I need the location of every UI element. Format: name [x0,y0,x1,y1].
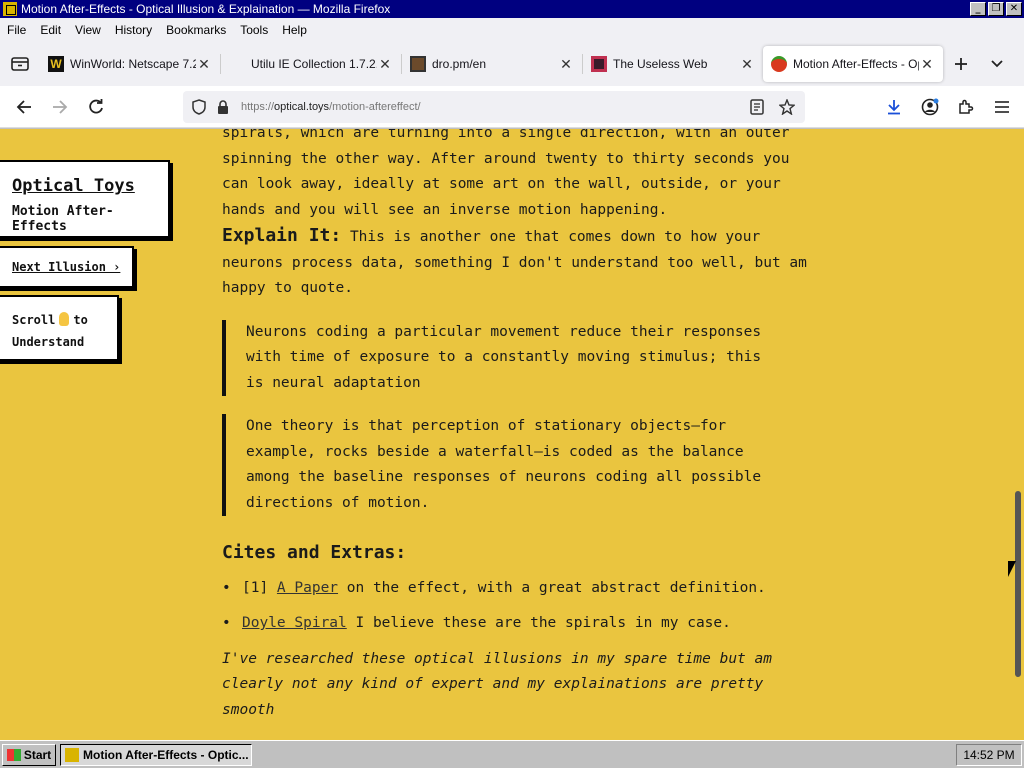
new-tab-button[interactable] [943,46,979,82]
tab-close-icon[interactable]: ✕ [377,56,393,73]
window-title: Motion After-Effects - Optical Illusion … [21,2,391,16]
arrow-left-icon [16,99,31,114]
menu-file[interactable]: File [0,23,33,37]
blockquote: Neurons coding a particular movement red… [222,319,762,396]
reader-view-icon[interactable] [745,99,769,115]
firefox-window-icon [3,2,17,16]
restore-button[interactable]: ❐ [988,2,1004,16]
shield-icon[interactable] [187,99,211,115]
menu-edit[interactable]: Edit [33,23,68,37]
window-title-bar: Motion After-Effects - Optical Illusion … [0,0,1024,18]
windows-logo-icon [6,748,21,761]
back-button[interactable] [6,91,42,123]
vertical-scrollbar[interactable] [1012,129,1024,740]
scroll-hint-box: Scroll to Understand [0,295,119,361]
blockquote: One theory is that perception of station… [222,414,762,516]
scrollbar-thumb[interactable] [1015,491,1021,677]
downloads-button[interactable] [876,91,912,123]
menu-bar: File Edit View History Bookmarks Tools H… [0,18,1024,42]
site-header-box: Optical Toys Motion After-Effects [0,160,170,238]
menu-help[interactable]: Help [275,23,314,37]
explain-paragraph: Explain It: This is another one that com… [222,225,807,296]
list-item: Doyle Spiral I believe these are the spi… [222,611,812,637]
list-all-tabs-button[interactable] [979,46,1015,82]
tab-strip: W WinWorld: Netscape 7.2 | ✕ Utilu IE Co… [0,42,1024,86]
taskbar-firefox-item[interactable]: Motion After-Effects - Optic... [60,743,252,766]
system-clock[interactable]: 14:52 PM [956,744,1022,766]
pointing-down-icon [59,312,70,326]
tab-utilu[interactable]: Utilu IE Collection 1.7.2.1 | ✕ [221,46,401,82]
account-icon [921,98,939,116]
hamburger-menu-icon [995,101,1009,113]
reload-button[interactable] [78,91,114,123]
firefox-task-icon [65,747,79,762]
firefox-view-icon [11,57,29,71]
page-viewport[interactable]: Optical Toys Motion After-Effects Next I… [0,129,1024,740]
puzzle-icon [959,99,974,114]
url-bar[interactable]: https://optical.toys/motion-aftereffect/ [183,91,805,123]
tab-winworld[interactable]: W WinWorld: Netscape 7.2 | ✕ [40,46,220,82]
tab-close-icon[interactable]: ✕ [739,56,755,73]
paper-link[interactable]: A Paper [277,580,338,596]
forward-button[interactable] [42,91,78,123]
bookmark-star-icon[interactable] [775,99,799,115]
tab-close-icon[interactable]: ✕ [558,56,574,73]
site-title-link[interactable]: Optical Toys [12,176,168,196]
list-item: [1] A Paper on the effect, with a great … [222,576,812,602]
app-menu-button[interactable] [984,91,1020,123]
navigation-bar: https://optical.toys/motion-aftereffect/ [0,86,1024,128]
reload-icon [89,98,103,113]
useless-web-icon [591,56,607,72]
account-button[interactable] [912,91,948,123]
start-button[interactable]: Start [2,743,56,766]
mouse-cursor-icon [1008,561,1016,577]
close-window-button[interactable]: ✕ [1006,2,1022,16]
next-illusion-link[interactable]: Next Illusion › [12,260,120,274]
download-icon [888,100,900,115]
menu-tools[interactable]: Tools [233,23,275,37]
menu-view[interactable]: View [68,23,108,37]
tomato-icon [771,56,787,72]
minimize-button[interactable]: _ [970,2,986,16]
closing-paragraph: I've researched these optical illusions … [222,650,772,718]
blank-page-icon [229,56,245,72]
lock-icon[interactable] [211,99,235,115]
menu-bookmarks[interactable]: Bookmarks [159,23,233,37]
cites-heading: Cites and Extras: [222,542,407,563]
dro-icon [410,56,426,72]
page-subtitle: Motion After-Effects [12,204,114,234]
arrow-right-icon [53,99,68,114]
tab-motion-after-effects[interactable]: Motion After-Effects - Optic ✕ [763,46,943,82]
article-content: spirals, which are turning into a single… [222,129,812,723]
menu-history[interactable]: History [108,23,159,37]
cites-list: [1] A Paper on the effect, with a great … [222,576,812,637]
explain-heading: Explain It: [222,225,342,246]
taskbar: Start Motion After-Effects - Optic... 14… [0,740,1024,768]
intro-paragraph: spirals, which are turning into a single… [222,129,790,218]
winworld-icon: W [48,56,64,72]
tab-dro[interactable]: dro.pm/en ✕ [402,46,582,82]
url-text[interactable]: https://optical.toys/motion-aftereffect/ [235,101,745,113]
tab-useless-web[interactable]: The Useless Web ✕ [583,46,763,82]
plus-icon [955,58,967,70]
extensions-button[interactable] [948,91,984,123]
chevron-down-icon [991,60,1003,68]
doyle-spiral-link[interactable]: Doyle Spiral [242,615,347,631]
firefox-view-button[interactable] [0,42,40,86]
next-illusion-box: Next Illusion › [0,246,134,288]
tab-close-icon[interactable]: ✕ [919,56,935,73]
tab-close-icon[interactable]: ✕ [196,56,212,73]
